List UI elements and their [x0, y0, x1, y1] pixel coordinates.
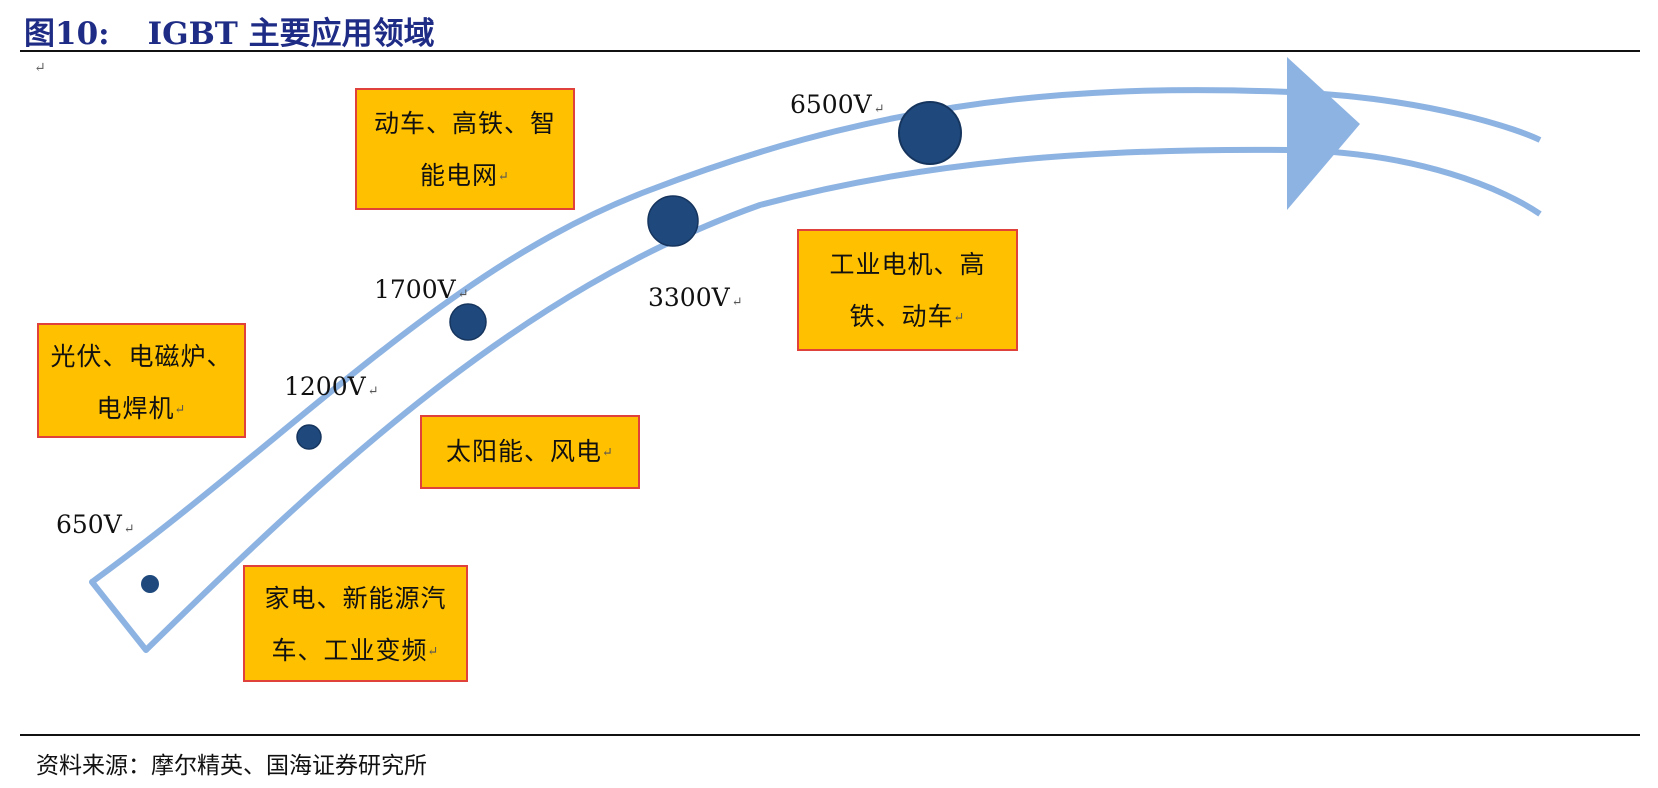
voltage-label-650v: 650V ↵ — [56, 510, 135, 539]
dot-1200v — [296, 424, 322, 450]
voltage-label-6500v: 6500V ↵ — [790, 90, 885, 119]
application-box-pv-induction: 光伏、电磁炉、 电焊机↵ — [37, 323, 246, 438]
application-box-motor-rail: 工业电机、高 铁、动车↵ — [797, 229, 1018, 351]
dot-6500v — [898, 101, 962, 165]
application-box-rail-grid: 动车、高铁、智 能电网↵ — [355, 88, 575, 210]
arrow-head — [1287, 57, 1360, 210]
dot-3300v — [647, 195, 699, 247]
application-box-solar-wind: 太阳能、风电↵ — [420, 415, 640, 489]
voltage-label-1700v: 1700V ↵ — [374, 275, 469, 304]
arrow-tail-edge — [89, 579, 149, 653]
bottom-rule — [20, 734, 1640, 736]
voltage-label-1200v: 1200V ↵ — [284, 372, 379, 401]
source-note: 资料来源：摩尔精英、国海证券研究所 — [36, 753, 427, 779]
application-box-home-ev: 家电、新能源汽 车、工业变频↵ — [243, 565, 468, 682]
dot-650v — [141, 575, 159, 593]
dot-1700v — [449, 303, 487, 341]
voltage-label-3300v: 3300V ↵ — [648, 283, 743, 312]
